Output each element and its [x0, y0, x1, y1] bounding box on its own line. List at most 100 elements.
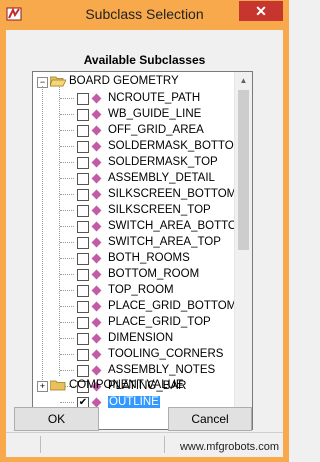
- subclass-checkbox[interactable]: [77, 205, 89, 217]
- tree-connector: [60, 290, 74, 291]
- subclass-row[interactable]: SOLDERMASK_BOTTOM: [33, 139, 234, 155]
- subclass-row[interactable]: PLACE_GRID_BOTTOM: [33, 299, 234, 315]
- subclass-diamond-icon: [91, 157, 102, 168]
- subclass-label: SWITCH_AREA_TOP: [108, 236, 221, 248]
- subclass-row[interactable]: SILKSCREEN_TOP: [33, 203, 234, 219]
- subclass-row[interactable]: WB_GUIDE_LINE: [33, 107, 234, 123]
- subclass-row[interactable]: TOOLING_CORNERS: [33, 347, 234, 363]
- available-subclasses-heading: Available Subclasses: [83, 53, 206, 67]
- subclass-checkbox[interactable]: [77, 253, 89, 265]
- subclass-checkbox[interactable]: [77, 141, 89, 153]
- status-bar: www.mfgrobots.com: [6, 432, 283, 457]
- subclass-checkbox[interactable]: [77, 349, 89, 361]
- vertical-scrollbar[interactable]: ▲ ▼: [234, 72, 252, 429]
- expand-toggle[interactable]: +: [37, 381, 48, 392]
- tree-connector: [60, 178, 74, 179]
- tree-view: − BOARD GEOMETRY NCROUTE_PATH WB_GUIDE_LI…: [33, 72, 234, 429]
- subclass-diamond-icon: [91, 93, 102, 104]
- subclass-row[interactable]: SWITCH_AREA_TOP: [33, 235, 234, 251]
- cancel-button[interactable]: Cancel: [168, 407, 252, 431]
- subclass-diamond-icon: [91, 141, 102, 152]
- close-button[interactable]: ✕: [239, 1, 283, 21]
- tree-connector: [60, 402, 74, 403]
- tree-connector: [60, 162, 74, 163]
- subclass-checkbox[interactable]: [77, 173, 89, 185]
- watermark-text: www.mfgrobots.com: [179, 441, 279, 453]
- tree-connector: [60, 130, 74, 131]
- subclass-diamond-icon: [91, 253, 102, 264]
- subclass-row[interactable]: NCROUTE_PATH: [33, 91, 234, 107]
- tree-connector: [60, 98, 74, 99]
- subclass-row[interactable]: SILKSCREEN_BOTTOM: [33, 187, 234, 203]
- subclass-checkbox[interactable]: [77, 301, 89, 313]
- subclass-diamond-icon: [91, 189, 102, 200]
- tree-connector: [60, 258, 74, 259]
- close-icon: ✕: [255, 3, 267, 19]
- subclass-label: SILKSCREEN_TOP: [108, 204, 211, 216]
- subclass-checkbox[interactable]: [77, 93, 89, 105]
- title-bar[interactable]: Subclass Selection ✕: [0, 0, 289, 30]
- subclass-checkbox[interactable]: [77, 157, 89, 169]
- subclass-row[interactable]: SWITCH_AREA_BOTTOM: [33, 219, 234, 235]
- tree-connector: [60, 114, 74, 115]
- scroll-thumb[interactable]: [238, 90, 249, 250]
- subclass-checkbox[interactable]: [77, 237, 89, 249]
- tree-connector: [60, 194, 74, 195]
- subclass-label: SILKSCREEN_BOTTOM: [108, 188, 234, 200]
- subclass-checkbox[interactable]: [77, 109, 89, 121]
- subclass-label: TOP_ROOM: [108, 284, 174, 296]
- subclass-label: BOTH_ROOMS: [108, 252, 190, 264]
- scroll-up-icon[interactable]: ▲: [235, 72, 252, 89]
- tree-root-component-value[interactable]: + COMPONENT VALUE: [33, 378, 234, 394]
- tree-connector: [60, 370, 74, 371]
- subclass-tree[interactable]: − BOARD GEOMETRY NCROUTE_PATH WB_GUIDE_LI…: [32, 71, 253, 430]
- subclass-label: BOTTOM_ROOM: [108, 268, 200, 280]
- subclass-label: SWITCH_AREA_BOTTOM: [108, 220, 234, 232]
- subclass-row[interactable]: BOTH_ROOMS: [33, 251, 234, 267]
- subclass-checkbox[interactable]: [77, 125, 89, 137]
- subclass-row[interactable]: OFF_GRID_AREA: [33, 123, 234, 139]
- tree-connector: [60, 146, 74, 147]
- subclass-label: ASSEMBLY_DETAIL: [108, 172, 215, 184]
- subclass-diamond-icon: [91, 173, 102, 184]
- subclass-diamond-icon: [91, 365, 102, 376]
- subclass-label: OUTLINE: [108, 396, 160, 408]
- subclass-row[interactable]: DIMENSION: [33, 331, 234, 347]
- tree-connector: [60, 210, 74, 211]
- subclass-diamond-icon: [91, 205, 102, 216]
- tree-root-label: BOARD GEOMETRY: [69, 75, 179, 87]
- closed-folder-icon: [50, 380, 66, 391]
- subclass-row[interactable]: ASSEMBLY_DETAIL: [33, 171, 234, 187]
- subclass-checkbox[interactable]: [77, 221, 89, 233]
- tree-connector: [60, 322, 74, 323]
- subclass-checkbox[interactable]: [77, 317, 89, 329]
- tree-connector: [60, 354, 74, 355]
- subclass-row[interactable]: ASSEMBLY_NOTES: [33, 363, 234, 379]
- subclass-checkbox[interactable]: [77, 365, 89, 377]
- subclass-diamond-icon: [91, 221, 102, 232]
- status-divider: [164, 436, 165, 453]
- subclass-row[interactable]: PLACE_GRID_TOP: [33, 315, 234, 331]
- tree-root-board-geometry[interactable]: − BOARD GEOMETRY: [33, 74, 234, 90]
- open-folder-icon: [50, 76, 66, 87]
- subclass-checkbox[interactable]: [77, 285, 89, 297]
- subclass-label: ASSEMBLY_NOTES: [108, 364, 216, 376]
- subclass-diamond-icon: [91, 333, 102, 344]
- subclass-label: PLACE_GRID_TOP: [108, 316, 211, 328]
- subclass-checkbox[interactable]: [77, 189, 89, 201]
- subclass-label: OFF_GRID_AREA: [108, 124, 204, 136]
- subclass-diamond-icon: [91, 285, 102, 296]
- subclass-row[interactable]: TOP_ROOM: [33, 283, 234, 299]
- tree-connector: [60, 226, 74, 227]
- subclass-label: NCROUTE_PATH: [108, 92, 201, 104]
- subclass-checkbox[interactable]: [77, 333, 89, 345]
- subclass-row[interactable]: SOLDERMASK_TOP: [33, 155, 234, 171]
- subclass-label: SOLDERMASK_BOTTOM: [108, 140, 234, 152]
- status-divider: [40, 436, 41, 453]
- subclass-diamond-icon: [91, 349, 102, 360]
- ok-button[interactable]: OK: [14, 407, 99, 431]
- subclass-row[interactable]: BOTTOM_ROOM: [33, 267, 234, 283]
- subclass-checkbox[interactable]: [77, 269, 89, 281]
- subclass-diamond-icon: [91, 301, 102, 312]
- tree-connector: [60, 306, 74, 307]
